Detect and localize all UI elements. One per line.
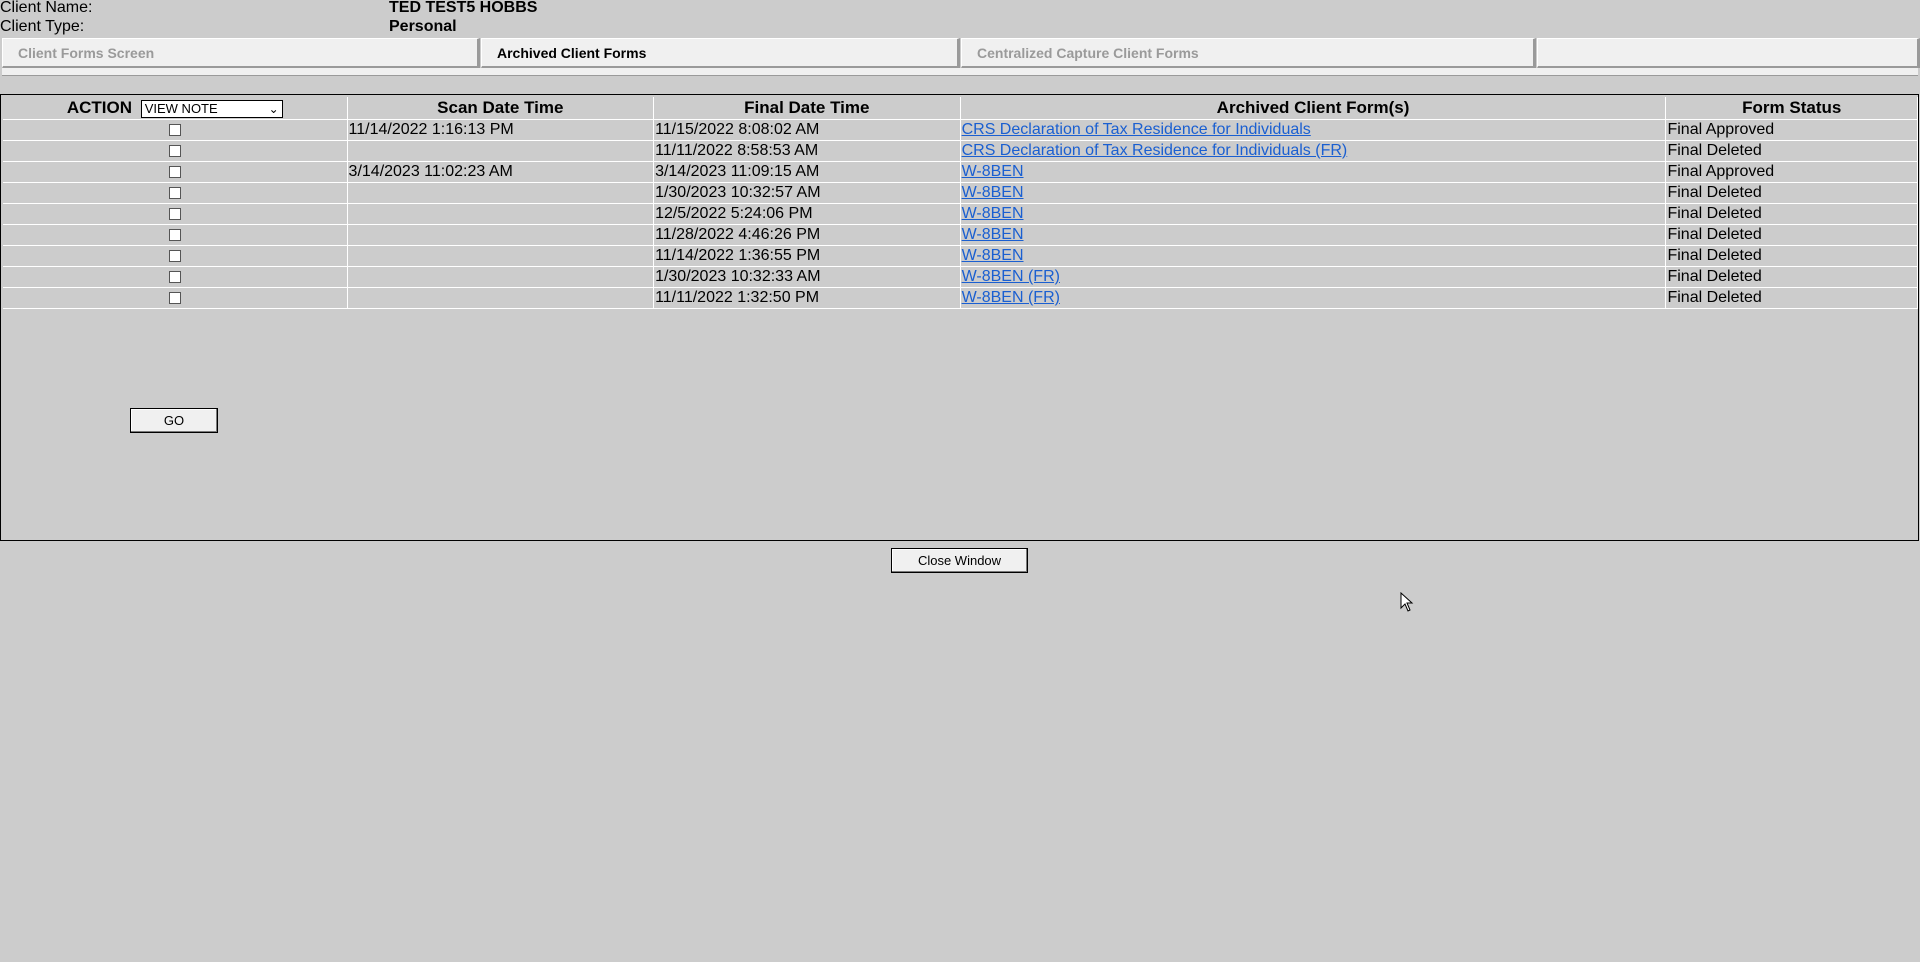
table-row: 3/14/2023 11:02:23 AM 3/14/2023 11:09:15 … [3,162,1918,183]
go-button[interactable]: GO [130,408,218,433]
form-status-cell: Final Deleted [1666,204,1918,225]
scan-date-cell [347,204,655,225]
archived-form-header: Archived Client Form(s) [960,97,1667,120]
final-date-cell: 1/30/2023 10:32:57 AM [654,183,961,204]
scan-date-header: Scan Date Time [347,97,655,120]
archived-form-link[interactable]: W-8BEN [962,247,1024,264]
row-select-cell [3,288,348,309]
table-row: 11/14/2022 1:36:55 PM W-8BEN Final Deleted [3,246,1918,267]
archived-form-link[interactable]: W-8BEN [962,205,1024,222]
final-date-cell: 3/14/2023 11:09:15 AM [654,162,961,183]
row-select-cell [3,120,348,141]
final-date-cell: 12/5/2022 5:24:06 PM [654,204,961,225]
final-date-cell: 11/15/2022 8:08:02 AM [654,120,961,141]
close-window-button[interactable]: Close Window [891,548,1028,573]
archived-form-link[interactable]: CRS Declaration of Tax Residence for Ind… [962,121,1311,138]
row-checkbox[interactable] [168,270,181,283]
table-header-row: ACTION VIEW NOTE ⌄ Scan Date Time Final … [3,97,1918,120]
archived-form-cell: CRS Declaration of Tax Residence for Ind… [960,120,1667,141]
archived-form-cell: W-8BEN [960,183,1667,204]
tab-content-strip [2,68,1918,76]
form-status-header: Form Status [1666,97,1918,120]
tab-empty [1537,38,1920,68]
archived-forms-panel: ACTION VIEW NOTE ⌄ Scan Date Time Final … [0,94,1919,541]
form-status-cell: Final Deleted [1666,225,1918,246]
archived-form-link[interactable]: CRS Declaration of Tax Residence for Ind… [962,142,1348,159]
form-status-cell: Final Deleted [1666,141,1918,162]
scan-date-cell [347,246,655,267]
archived-form-link[interactable]: W-8BEN [962,163,1024,180]
action-select[interactable]: VIEW NOTE ⌄ [140,99,283,118]
row-select-cell [3,204,348,225]
row-checkbox[interactable] [168,207,181,220]
scan-date-cell [347,225,655,246]
table-row: 11/11/2022 8:58:53 AM CRS Declaration of … [3,141,1918,162]
archived-form-cell: W-8BEN [960,246,1667,267]
action-label: ACTION [66,98,132,117]
archived-form-cell: W-8BEN (FR) [960,288,1667,309]
form-status-cell: Final Deleted [1666,246,1918,267]
form-status-cell: Final Deleted [1666,288,1918,309]
row-select-cell [3,183,348,204]
final-date-cell: 11/28/2022 4:46:26 PM [654,225,961,246]
row-checkbox[interactable] [168,123,181,136]
archived-form-cell: W-8BEN [960,225,1667,246]
archived-form-cell: W-8BEN (FR) [960,267,1667,288]
client-type-value: Personal [389,18,457,35]
archived-form-cell: W-8BEN [960,162,1667,183]
archived-form-link[interactable]: W-8BEN [962,184,1024,201]
scan-date-cell [347,267,655,288]
row-checkbox[interactable] [168,291,181,304]
client-type-row: Client Type: Personal [0,17,1920,37]
archived-form-cell: W-8BEN [960,204,1667,225]
scan-date-cell [347,288,655,309]
archived-form-link[interactable]: W-8BEN (FR) [962,289,1060,306]
client-name-row: Client Name: TED TEST5 HOBBS [0,0,1920,18]
final-date-cell: 11/11/2022 1:32:50 PM [654,288,961,309]
client-type-label: Client Type: [0,18,85,35]
row-select-cell [3,267,348,288]
archived-forms-table: ACTION VIEW NOTE ⌄ Scan Date Time Final … [3,97,1918,309]
final-date-cell: 1/30/2023 10:32:33 AM [654,267,961,288]
form-status-cell: Final Approved [1666,120,1918,141]
scan-date-cell [347,183,655,204]
chevron-down-icon: ⌄ [268,101,279,116]
table-row: 11/14/2022 1:16:13 PM 11/15/2022 8:08:02 … [3,120,1918,141]
scan-date-cell: 3/14/2023 11:02:23 AM [347,162,655,183]
scan-date-cell [347,141,655,162]
client-name-label: Client Name: [0,0,93,16]
row-checkbox[interactable] [168,144,181,157]
archived-form-link[interactable]: W-8BEN [962,226,1024,243]
row-checkbox[interactable] [168,228,181,241]
table-row: 1/30/2023 10:32:57 AM W-8BEN Final Deleted [3,183,1918,204]
tab-centralized-capture-client-forms[interactable]: Centralized Capture Client Forms [961,38,1536,68]
form-status-cell: Final Deleted [1666,183,1918,204]
row-checkbox[interactable] [168,249,181,262]
row-select-cell [3,162,348,183]
archived-form-cell: CRS Declaration of Tax Residence for Ind… [960,141,1667,162]
final-date-cell: 11/14/2022 1:36:55 PM [654,246,961,267]
row-select-cell [3,225,348,246]
tab-bar: Client Forms Screen Archived Client Form… [2,38,1920,68]
tab-archived-client-forms[interactable]: Archived Client Forms [481,38,960,68]
row-checkbox[interactable] [168,186,181,199]
table-row: 11/28/2022 4:46:26 PM W-8BEN Final Deleted [3,225,1918,246]
form-status-cell: Final Approved [1666,162,1918,183]
table-row: 1/30/2023 10:32:33 AM W-8BEN (FR) Final De… [3,267,1918,288]
client-name-value: TED TEST5 HOBBS [389,0,538,16]
final-date-header: Final Date Time [654,97,961,120]
row-checkbox[interactable] [168,165,181,178]
archived-form-link[interactable]: W-8BEN (FR) [962,268,1060,285]
row-select-cell [3,246,348,267]
table-row: 11/11/2022 1:32:50 PM W-8BEN (FR) Final De… [3,288,1918,309]
action-select-value: VIEW NOTE [144,100,218,116]
action-header: ACTION VIEW NOTE ⌄ [3,97,348,120]
scan-date-cell: 11/14/2022 1:16:13 PM [347,120,655,141]
mouse-cursor-icon [1400,592,1414,612]
table-row: 12/5/2022 5:24:06 PM W-8BEN Final Deleted [3,204,1918,225]
final-date-cell: 11/11/2022 8:58:53 AM [654,141,961,162]
form-status-cell: Final Deleted [1666,267,1918,288]
tab-client-forms-screen[interactable]: Client Forms Screen [2,38,480,68]
row-select-cell [3,141,348,162]
